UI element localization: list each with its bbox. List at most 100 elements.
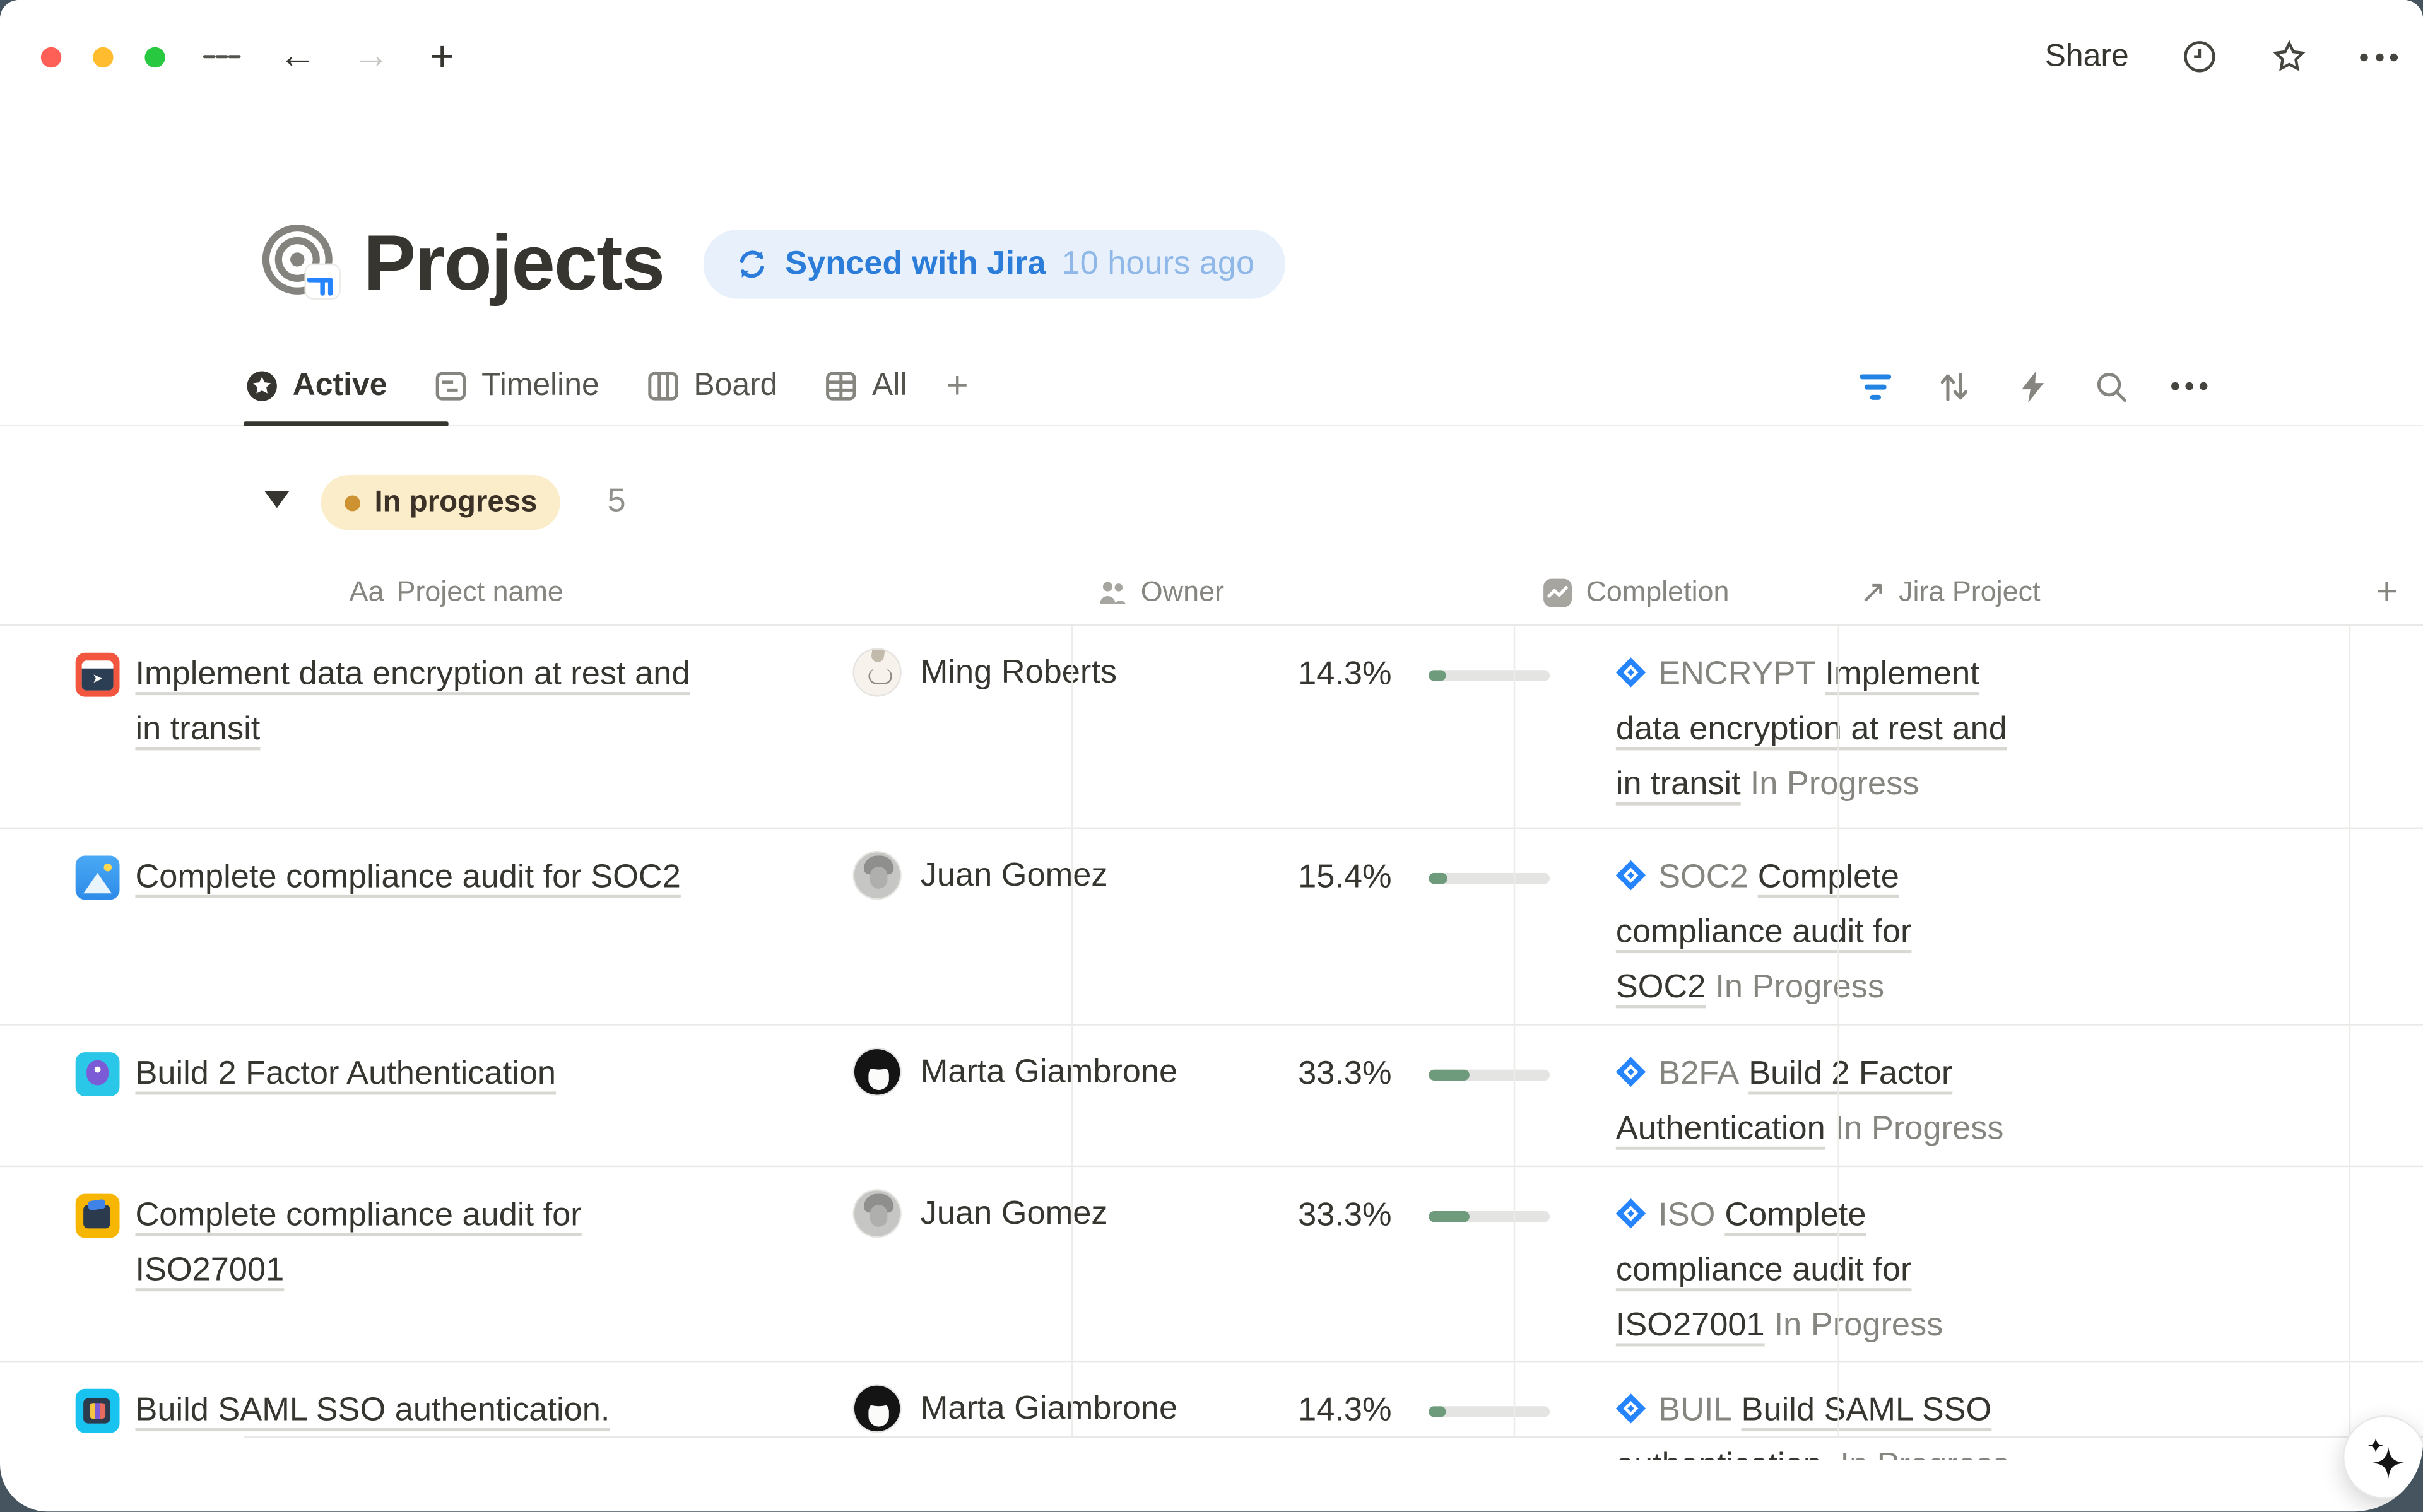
- collapse-group-icon[interactable]: [264, 491, 290, 508]
- jira-project-cell[interactable]: SOC2Complete compliance audit for SOC2In…: [1594, 829, 2105, 1024]
- ai-assistant-button[interactable]: [2343, 1415, 2423, 1499]
- close-window-button[interactable]: [41, 47, 61, 67]
- owner-name: Juan Gomez: [921, 851, 1108, 901]
- column-divider[interactable]: [1514, 626, 1515, 1436]
- favorite-star-icon[interactable]: [2270, 38, 2308, 76]
- sort-icon[interactable]: [1935, 368, 1971, 404]
- project-name-cell[interactable]: Build 2 Factor Authentication: [0, 1026, 828, 1166]
- completion-percent: 14.3%: [1298, 647, 1429, 701]
- completion-cell[interactable]: 33.3%: [1270, 1167, 1594, 1361]
- sidebar-menu-icon[interactable]: [203, 38, 241, 76]
- active-tab-underline: [244, 421, 448, 426]
- titlebar: ← → + Share: [0, 0, 2423, 114]
- jira-issue-key: SOC2: [1658, 859, 1748, 894]
- table-row[interactable]: Complete compliance audit for SOC2 Juan …: [0, 829, 2423, 1026]
- project-name-link[interactable]: Implement data encryption at rest and in…: [135, 647, 690, 757]
- forward-icon[interactable]: →: [353, 38, 391, 76]
- column-divider[interactable]: [1837, 626, 1839, 1436]
- tab-all[interactable]: All: [801, 348, 931, 425]
- column-header-completion[interactable]: Completion: [1542, 558, 1730, 626]
- avatar: [852, 1384, 901, 1433]
- project-page-icon: [76, 855, 120, 900]
- external-link-icon: ↗: [1860, 573, 1886, 612]
- page-target-icon[interactable]: [259, 219, 341, 301]
- filter-icon[interactable]: [1856, 368, 1892, 404]
- column-divider[interactable]: [2349, 626, 2350, 1436]
- jira-icon: [1616, 860, 1646, 890]
- row-trailing-cell: [2105, 829, 2423, 1024]
- table-row[interactable]: Build SAML SSO authentication. Marta Gia…: [0, 1362, 2423, 1460]
- updates-clock-icon[interactable]: [2181, 38, 2219, 76]
- completion-cell[interactable]: 14.3%: [1270, 1362, 1594, 1460]
- back-icon[interactable]: ←: [278, 38, 316, 76]
- owner-cell[interactable]: Juan Gomez: [828, 829, 1270, 1024]
- jira-project-cell[interactable]: ENCRYPTImplement data encryption at rest…: [1594, 626, 2105, 827]
- jira-issue-status: In Progress: [1840, 1447, 2009, 1460]
- progress-bar: [1429, 1070, 1550, 1081]
- completion-percent: 33.3%: [1298, 1046, 1429, 1101]
- jira-project-cell[interactable]: ISOComplete compliance audit for ISO2700…: [1594, 1167, 2105, 1361]
- add-view-icon[interactable]: +: [931, 348, 984, 425]
- page-title[interactable]: Projects: [363, 217, 664, 308]
- project-name-link[interactable]: Complete compliance audit for SOC2: [135, 849, 680, 904]
- row-trailing-cell: [2105, 1167, 2423, 1361]
- view-more-options-icon[interactable]: [2171, 368, 2207, 404]
- column-header-jira-project[interactable]: ↗ Jira Project: [1860, 558, 2040, 626]
- jira-project-cell[interactable]: B2FABuild 2 Factor AuthenticationIn Prog…: [1594, 1026, 2105, 1166]
- jira-issue-status: In Progress: [1774, 1307, 1943, 1343]
- column-divider[interactable]: [1071, 626, 1073, 1436]
- completion-percent: 15.4%: [1298, 849, 1429, 904]
- board-view-icon: [647, 370, 680, 402]
- jira-issue-status: In Progress: [1715, 969, 1884, 1005]
- project-page-icon: [76, 1194, 120, 1238]
- tab-label: Timeline: [481, 368, 599, 404]
- completion-cell[interactable]: 15.4%: [1270, 829, 1594, 1024]
- new-tab-icon[interactable]: +: [423, 38, 461, 76]
- table-header: Aa Project name Owner Completion ↗ Jira …: [0, 558, 2423, 626]
- tab-timeline[interactable]: Timeline: [411, 348, 623, 425]
- owner-cell[interactable]: Juan Gomez: [828, 1167, 1270, 1361]
- table-view-icon: [825, 370, 858, 402]
- avatar: [852, 1189, 901, 1238]
- group-status-pill[interactable]: In progress: [321, 475, 561, 530]
- jira-project-cell[interactable]: BUILBuild SAML SSO authentication.In Pro…: [1594, 1362, 2105, 1460]
- project-name-cell[interactable]: Complete compliance audit for SOC2: [0, 829, 828, 1024]
- tab-label: All: [872, 368, 907, 404]
- desktop: ← → + Share Projects: [0, 0, 2423, 1511]
- tab-board[interactable]: Board: [623, 348, 801, 425]
- column-header-project-name[interactable]: Aa Project name: [350, 558, 563, 626]
- share-button[interactable]: Share: [2045, 38, 2129, 74]
- owner-cell[interactable]: Ming Roberts: [828, 626, 1270, 827]
- completion-cell[interactable]: 33.3%: [1270, 1026, 1594, 1166]
- column-label: Owner: [1141, 576, 1224, 609]
- column-label: Jira Project: [1899, 576, 2040, 609]
- more-options-icon[interactable]: [2360, 53, 2398, 61]
- owner-name: Marta Giambrone: [921, 1384, 1177, 1434]
- add-column-icon[interactable]: +: [2376, 558, 2398, 626]
- table-row[interactable]: Implement data encryption at rest and in…: [0, 626, 2423, 829]
- minimize-window-button[interactable]: [93, 47, 113, 67]
- table-row[interactable]: Build 2 Factor Authentication Marta Giam…: [0, 1026, 2423, 1167]
- project-name-link[interactable]: Build SAML SSO authentication.: [135, 1383, 610, 1438]
- owner-cell[interactable]: Marta Giambrone: [828, 1026, 1270, 1166]
- tab-label: Active: [293, 368, 387, 404]
- project-name-cell[interactable]: Complete compliance audit for ISO27001: [0, 1167, 828, 1361]
- owner-cell[interactable]: Marta Giambrone: [828, 1362, 1270, 1460]
- jira-issue-status: In Progress: [1835, 1110, 2004, 1146]
- sparkle-icon: [2361, 1434, 2408, 1481]
- project-name-link[interactable]: Build 2 Factor Authentication: [135, 1046, 556, 1101]
- project-name-cell[interactable]: Build SAML SSO authentication.: [0, 1362, 828, 1460]
- avatar: [852, 1048, 901, 1096]
- tab-label: Board: [693, 368, 777, 404]
- column-header-owner[interactable]: Owner: [1097, 558, 1224, 626]
- tab-active[interactable]: Active: [222, 348, 411, 425]
- text-type-icon: Aa: [350, 576, 384, 609]
- project-name-link[interactable]: Complete compliance audit for ISO27001: [135, 1188, 581, 1298]
- automations-lightning-icon[interactable]: [2014, 368, 2050, 404]
- zoom-window-button[interactable]: [144, 47, 165, 67]
- table-row[interactable]: Complete compliance audit for ISO27001 J…: [0, 1167, 2423, 1362]
- search-icon[interactable]: [2092, 368, 2128, 404]
- jira-sync-badge[interactable]: Synced with Jira 10 hours ago: [704, 230, 1286, 299]
- project-name-cell[interactable]: Implement data encryption at rest and in…: [0, 626, 828, 827]
- completion-cell[interactable]: 14.3%: [1270, 626, 1594, 827]
